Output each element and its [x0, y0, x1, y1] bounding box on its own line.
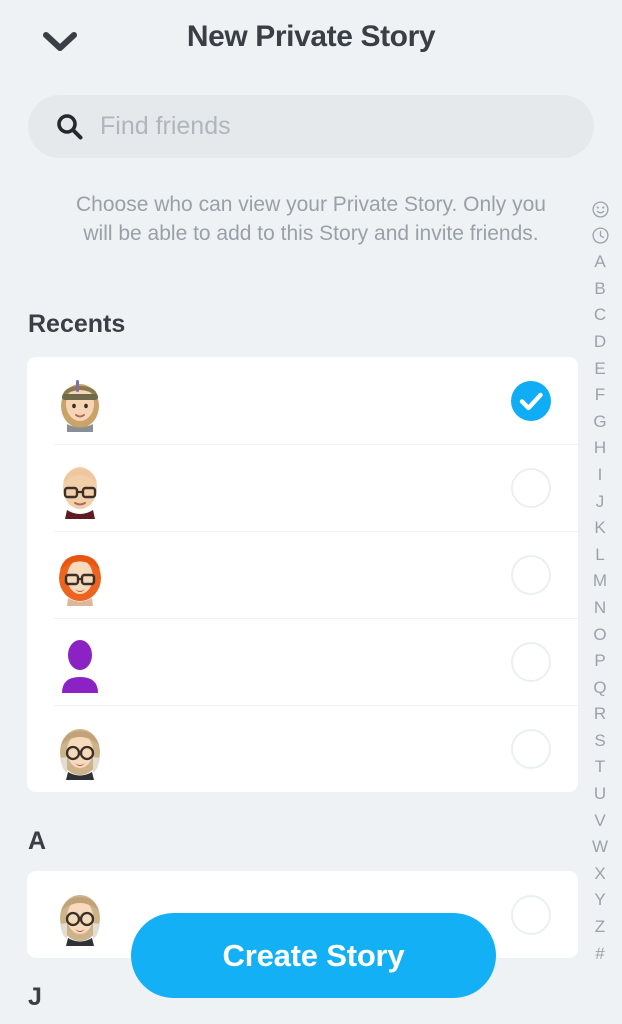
alpha-index-l[interactable]: L — [595, 542, 604, 569]
page-title: New Private Story — [186, 20, 436, 53]
search-input[interactable] — [100, 112, 594, 141]
alpha-index-hash[interactable]: # — [595, 941, 604, 968]
list-item[interactable] — [27, 531, 578, 618]
avatar — [49, 718, 111, 780]
list-item[interactable] — [27, 357, 578, 444]
alpha-index-m[interactable]: M — [593, 568, 607, 595]
selection-toggle[interactable] — [511, 641, 551, 682]
alpha-index-v[interactable]: V — [594, 808, 605, 835]
search-bar[interactable] — [28, 95, 594, 158]
alpha-index-u[interactable]: U — [594, 781, 606, 808]
section-header-j: J — [28, 983, 42, 1011]
alpha-index-q[interactable]: Q — [593, 675, 606, 702]
alpha-index-y[interactable]: Y — [594, 887, 605, 914]
selection-toggle[interactable] — [511, 554, 551, 595]
alpha-index-a[interactable]: A — [594, 249, 605, 276]
alpha-index-k[interactable]: K — [594, 515, 605, 542]
avatar — [49, 370, 111, 432]
avatar — [49, 884, 111, 946]
alphabet-index-scrubber[interactable]: A B C D E F G H I J K L M N O P Q R S T … — [585, 196, 615, 967]
alpha-index-r[interactable]: R — [594, 701, 606, 728]
section-header-a: A — [28, 827, 47, 855]
section-header-recents: Recents — [28, 310, 126, 338]
selection-toggle[interactable] — [511, 380, 551, 421]
search-icon — [56, 113, 83, 140]
smiley-icon[interactable] — [591, 196, 609, 223]
alpha-index-e[interactable]: E — [594, 356, 605, 383]
alpha-index-x[interactable]: X — [594, 861, 605, 888]
clock-icon[interactable] — [591, 223, 609, 250]
alpha-index-f[interactable]: F — [595, 382, 605, 409]
alpha-index-g[interactable]: G — [593, 409, 606, 436]
list-item[interactable] — [27, 618, 578, 705]
recents-list — [27, 357, 578, 792]
alpha-index-z[interactable]: Z — [595, 914, 605, 941]
alpha-index-s[interactable]: S — [594, 728, 605, 755]
list-item[interactable] — [27, 705, 578, 792]
story-description: Choose who can view your Private Story. … — [76, 193, 546, 245]
list-item[interactable] — [27, 444, 578, 531]
alpha-index-j[interactable]: J — [596, 489, 605, 516]
alpha-index-h[interactable]: H — [594, 435, 606, 462]
selection-toggle[interactable] — [511, 467, 551, 508]
new-private-story-screen: New Private Story Choose who can view yo… — [0, 0, 622, 1024]
alpha-index-n[interactable]: N — [594, 595, 606, 622]
alpha-index-o[interactable]: O — [593, 622, 606, 649]
alpha-index-i[interactable]: I — [598, 462, 603, 489]
alpha-index-b[interactable]: B — [594, 276, 605, 303]
avatar — [49, 457, 111, 519]
alpha-index-p[interactable]: P — [594, 648, 605, 675]
header: New Private Story — [0, 0, 622, 84]
alpha-index-d[interactable]: D — [594, 329, 606, 356]
alpha-index-w[interactable]: W — [592, 834, 608, 861]
avatar — [49, 631, 111, 693]
selection-toggle[interactable] — [511, 894, 551, 935]
alpha-index-c[interactable]: C — [594, 302, 606, 329]
create-story-button[interactable]: Create Story — [131, 913, 496, 998]
avatar — [49, 544, 111, 606]
alpha-index-t[interactable]: T — [595, 754, 605, 781]
selection-toggle[interactable] — [511, 728, 551, 769]
